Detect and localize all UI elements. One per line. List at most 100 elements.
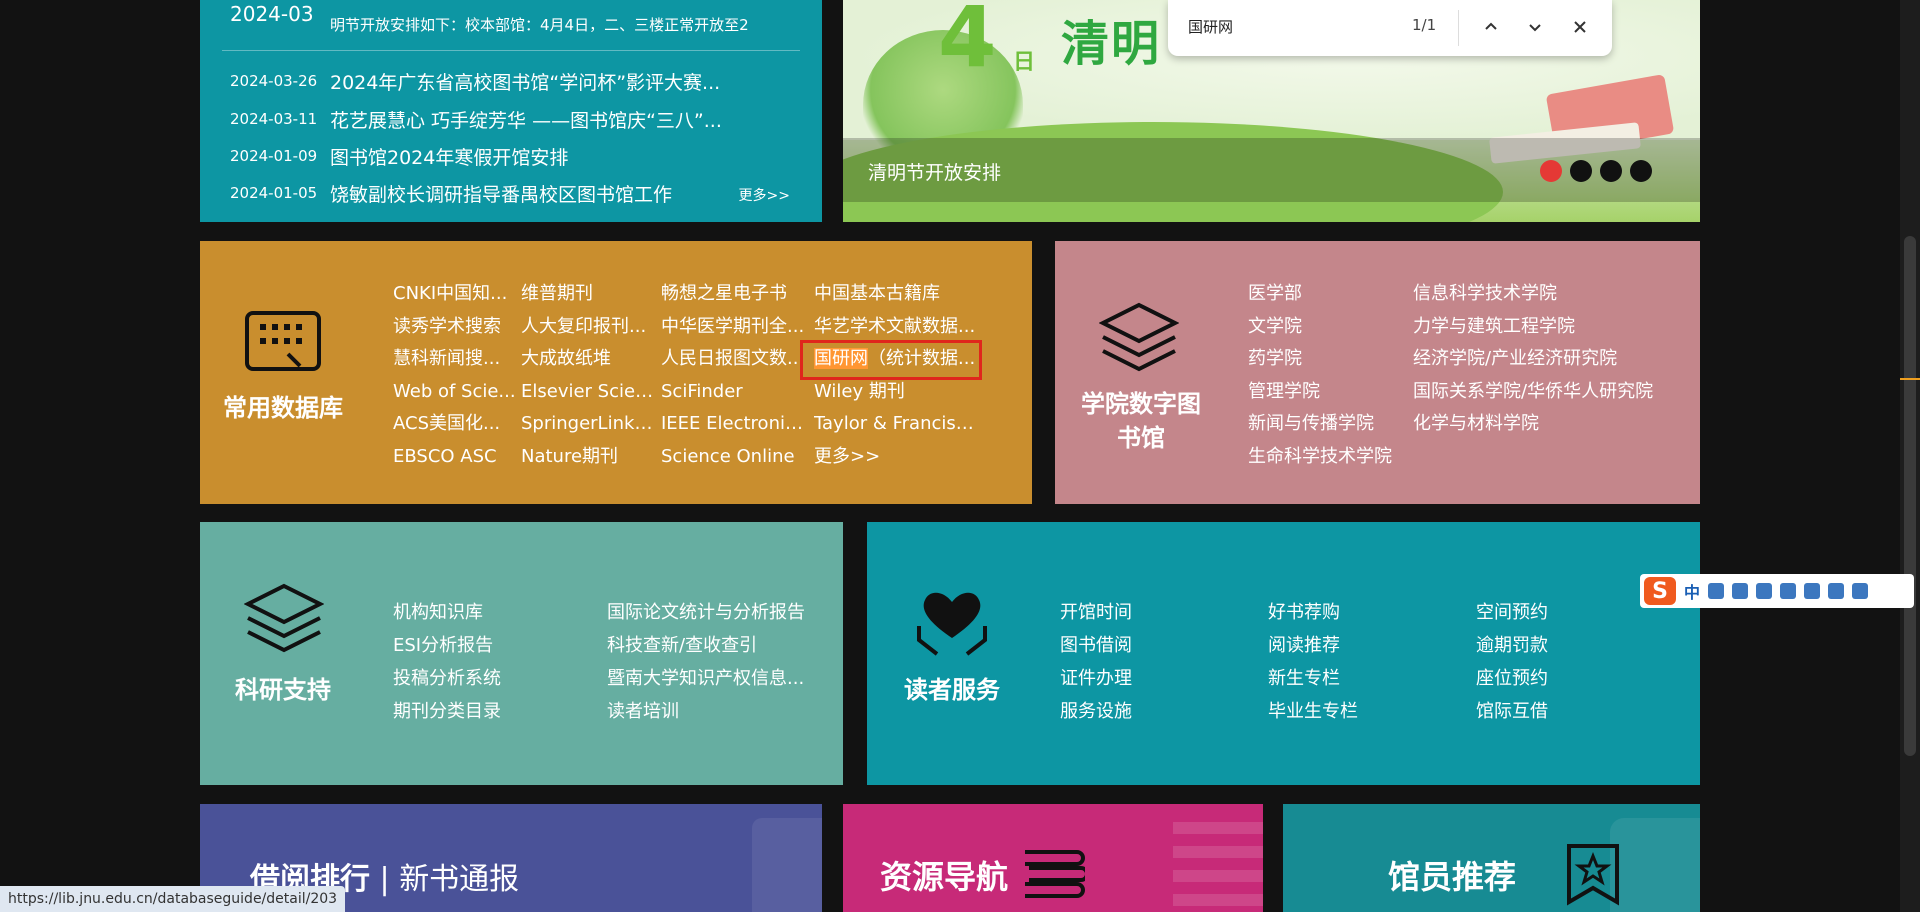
librarian-recommend-tile[interactable]: 馆员推荐	[1283, 804, 1700, 912]
assistant-icon[interactable]	[1804, 583, 1821, 599]
college-link[interactable]: 信息科学技术学院	[1413, 278, 1653, 311]
database-link[interactable]: IEEE Electronic ...	[661, 408, 814, 441]
reader-link[interactable]: 服务设施	[1060, 695, 1268, 728]
college-link[interactable]: 生命科学技术学院	[1248, 441, 1392, 474]
college-link[interactable]: 力学与建筑工程学院	[1413, 311, 1653, 344]
database-link[interactable]: 中华医学期刊全...	[661, 311, 814, 344]
college-link[interactable]: 药学院	[1248, 343, 1392, 376]
database-link[interactable]: Web of Scie...	[393, 376, 521, 409]
carousel-dot-3[interactable]	[1600, 160, 1622, 182]
research-link[interactable]: 投稿分析系统	[393, 662, 607, 695]
ime-language-toggle[interactable]: 中	[1684, 579, 1700, 603]
database-link[interactable]: CNKI中国知...	[393, 278, 521, 311]
find-next-button[interactable]	[1520, 12, 1550, 42]
new-books-link[interactable]: 新书通报	[399, 862, 519, 897]
news-title[interactable]: 饶敏副校长调研指导番禺校区图书馆工作	[330, 180, 672, 207]
research-support-section: 科研支持 机构知识库 国际论文统计与分析报告 ESI分析报告 科技查新/查收查引…	[200, 522, 843, 785]
database-link[interactable]: 华艺学术文献数据...	[814, 311, 994, 344]
reader-link[interactable]: 空间预约	[1476, 596, 1626, 629]
apps-grid-icon[interactable]	[1828, 583, 1845, 599]
database-link[interactable]: 人大复印报刊...	[521, 311, 661, 344]
staff-recommend-title: 馆员推荐	[1388, 858, 1517, 896]
ime-toolbar[interactable]: S 中	[1640, 574, 1914, 608]
database-link[interactable]: 中国基本古籍库	[814, 278, 994, 311]
news-title[interactable]: 花艺展慧心 巧手绽芳华 ——图书馆庆“三八”...	[330, 106, 722, 133]
research-link[interactable]: ESI分析报告	[393, 629, 607, 662]
find-close-button[interactable]	[1565, 12, 1595, 42]
page-scrollbar[interactable]	[1900, 0, 1920, 912]
banner-caption[interactable]: 清明节开放安排	[868, 158, 1001, 185]
research-link[interactable]: 机构知识库	[393, 596, 607, 629]
database-link[interactable]: 大成故纸堆	[521, 343, 661, 376]
reader-link[interactable]: 图书借阅	[1060, 629, 1268, 662]
reader-link[interactable]: 阅读推荐	[1268, 629, 1476, 662]
highlight-box	[800, 340, 982, 380]
sogou-logo-icon[interactable]: S	[1644, 577, 1676, 605]
database-link[interactable]: SpringerLink ...	[521, 408, 661, 441]
database-link[interactable]: Science Online	[661, 441, 814, 474]
college-link[interactable]: 化学与材料学院	[1413, 408, 1653, 441]
research-link[interactable]: 期刊分类目录	[393, 695, 607, 728]
settings-icon[interactable]	[1852, 583, 1869, 599]
news-item[interactable]: 2024-03-26 2024年广东省高校图书馆“学问杯”影评大赛...	[230, 66, 790, 96]
reader-link[interactable]: 证件办理	[1060, 662, 1268, 695]
database-link[interactable]: 维普期刊	[521, 278, 661, 311]
database-more-link[interactable]: 更多>>	[814, 441, 994, 474]
database-section: 常用数据库 CNKI中国知... 维普期刊 畅想之星电子书 中国基本古籍库 读秀…	[200, 241, 1032, 504]
college-link[interactable]: 文学院	[1248, 311, 1392, 344]
carousel-dot-1[interactable]	[1540, 160, 1562, 182]
reader-link[interactable]: 座位预约	[1476, 662, 1626, 695]
banner-day-char: 日	[1013, 50, 1036, 75]
research-link[interactable]: 读者培训	[607, 695, 827, 728]
news-item[interactable]: 2024-01-05 饶敏副校长调研指导番禺校区图书馆工作	[230, 178, 790, 208]
research-link[interactable]: 暨南大学知识产权信息...	[607, 662, 827, 695]
news-item[interactable]: 2024-01-09 图书馆2024年寒假开馆安排	[230, 141, 790, 171]
database-link[interactable]: 读秀学术搜索	[393, 311, 521, 344]
database-link[interactable]: 畅想之星电子书	[661, 278, 814, 311]
college-link[interactable]: 新闻与传播学院	[1248, 408, 1392, 441]
reader-links: 开馆时间 好书荐购 空间预约 图书借阅 阅读推荐 逾期罚款 证件办理 新生专栏 …	[1060, 596, 1626, 728]
database-link[interactable]: Taylor & Francis期刊	[814, 408, 994, 441]
punctuation-icon[interactable]	[1708, 583, 1725, 599]
carousel-dot-4[interactable]	[1630, 160, 1652, 182]
database-link[interactable]: ACS美国化...	[393, 408, 521, 441]
reader-link[interactable]: 逾期罚款	[1476, 629, 1626, 662]
find-match-count: 1/1	[1412, 16, 1437, 34]
reader-link[interactable]: 毕业生专栏	[1268, 695, 1476, 728]
layers-icon	[244, 583, 324, 653]
database-link[interactable]: 慧科新闻搜...	[393, 343, 521, 376]
news-item[interactable]: 2024-03-11 花艺展慧心 巧手绽芳华 ——图书馆庆“三八”...	[230, 104, 790, 134]
reader-link[interactable]: 馆际互借	[1476, 695, 1626, 728]
news-title[interactable]: 图书馆2024年寒假开馆安排	[330, 143, 568, 170]
layers-icon	[1099, 302, 1179, 372]
skin-icon[interactable]	[1780, 583, 1797, 599]
college-link[interactable]: 国际关系学院/华侨华人研究院	[1413, 376, 1653, 409]
college-link[interactable]: 经济学院/产业经济研究院	[1413, 343, 1653, 376]
college-link[interactable]: 管理学院	[1248, 376, 1392, 409]
news-more-link[interactable]: 更多>>	[739, 185, 790, 205]
college-link[interactable]: 医学部	[1248, 278, 1392, 311]
rank-title-separator: |	[370, 862, 400, 897]
scrollbar-thumb[interactable]	[1904, 236, 1916, 756]
research-link[interactable]: 国际论文统计与分析报告	[607, 596, 827, 629]
database-link[interactable]: 人民日报图文数...	[661, 343, 814, 376]
reader-link[interactable]: 开馆时间	[1060, 596, 1268, 629]
news-title[interactable]: 2024年广东省高校图书馆“学问杯”影评大赛...	[330, 68, 720, 95]
keyboard-icon[interactable]	[1756, 583, 1773, 599]
carousel-dot-2[interactable]	[1570, 160, 1592, 182]
resource-navigation-tile[interactable]: 资源导航	[843, 804, 1263, 912]
reader-link[interactable]: 新生专栏	[1268, 662, 1476, 695]
find-previous-button[interactable]	[1476, 12, 1506, 42]
database-link[interactable]: Wiley 期刊	[814, 376, 994, 409]
find-input[interactable]: 国研网	[1188, 16, 1233, 37]
reader-link[interactable]: 好书荐购	[1268, 596, 1476, 629]
research-link[interactable]: 科技查新/查收查引	[607, 629, 827, 662]
microphone-icon[interactable]	[1732, 583, 1749, 599]
reader-section-title: 读者服务	[904, 676, 1000, 704]
database-link[interactable]: Elsevier Scien...	[521, 376, 661, 409]
database-link[interactable]: Nature期刊	[521, 441, 661, 474]
news-top-text[interactable]: 明节开放安排如下：校本部馆：4月4日，二、三楼正常开放至2	[330, 14, 810, 35]
database-link[interactable]: SciFinder	[661, 376, 814, 409]
news-date: 2024-01-09	[230, 147, 318, 165]
database-link[interactable]: EBSCO ASC	[393, 441, 521, 474]
